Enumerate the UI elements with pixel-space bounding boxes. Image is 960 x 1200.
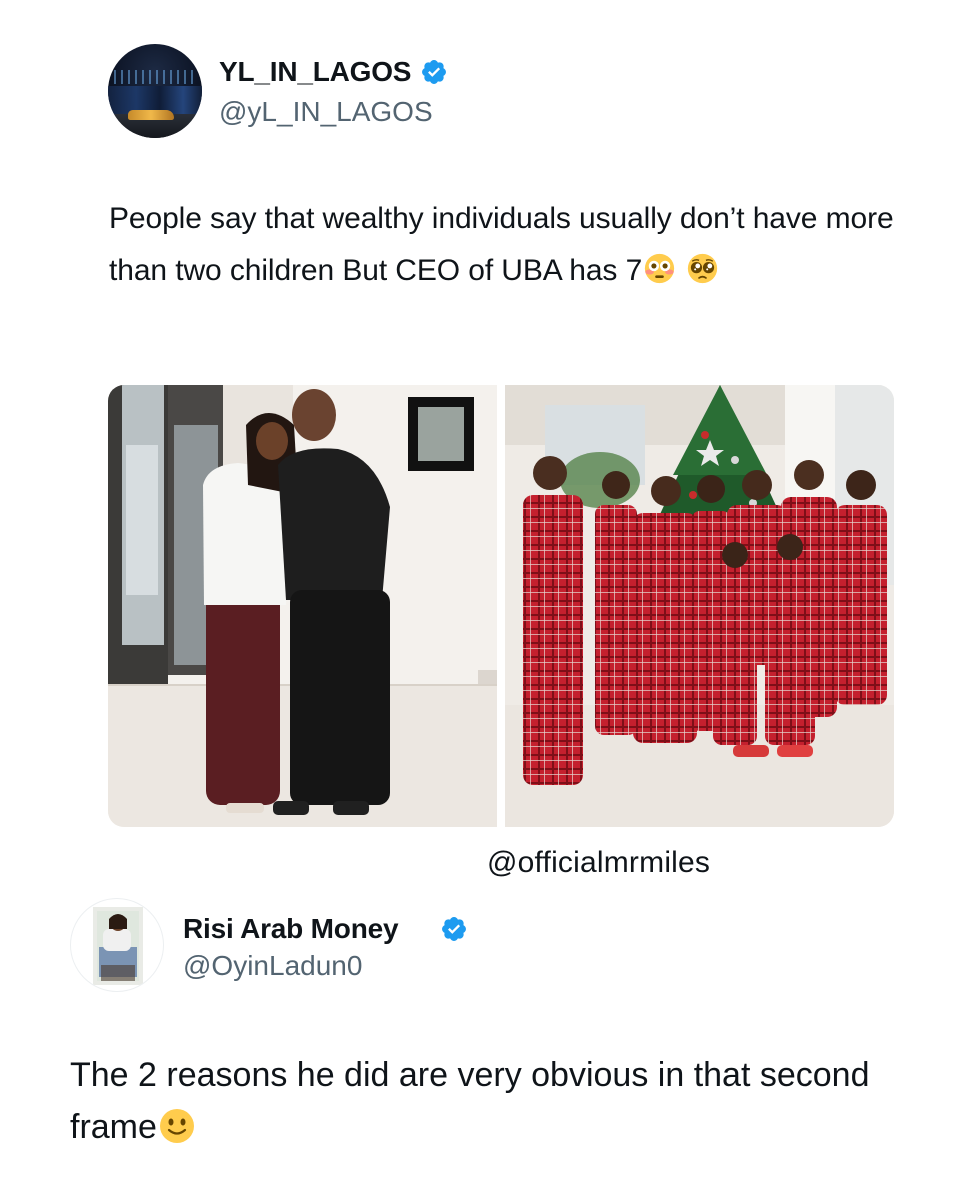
tweet-text: People say that wealthy individuals usua… — [109, 193, 909, 297]
user-handle[interactable]: @yL_IN_LAGOS — [219, 95, 433, 129]
slightly-smiling-face-emoji-icon — [159, 1109, 194, 1143]
tweet-body: People say that wealthy individuals usua… — [109, 202, 894, 287]
display-name[interactable]: YL_IN_LAGOS — [219, 55, 411, 89]
tweet-text: The 2 reasons he did are very obvious in… — [70, 1049, 890, 1153]
verified-badge-icon — [422, 60, 446, 84]
user-handle[interactable]: @OyinLadun0 — [183, 949, 362, 983]
city-lights — [114, 70, 194, 84]
family-christmas-photo[interactable] — [505, 385, 894, 827]
flushed-face-emoji-icon — [645, 253, 675, 284]
pleading-face-emoji-icon — [688, 253, 718, 284]
couple-photo[interactable] — [108, 385, 497, 827]
tweet-media-grid[interactable] — [108, 385, 894, 827]
avatar-risi-arab-money[interactable] — [70, 898, 164, 992]
display-name[interactable]: Risi Arab Money — [183, 912, 399, 946]
verified-badge-icon — [442, 917, 466, 941]
car — [128, 110, 174, 120]
avatar-photo — [93, 907, 143, 985]
couple-photo-illustration — [108, 385, 497, 827]
watermark-credit: @officialmrmiles — [487, 846, 711, 879]
family-photo-illustration — [505, 385, 894, 827]
avatar-yl-in-lagos[interactable] — [108, 44, 202, 138]
